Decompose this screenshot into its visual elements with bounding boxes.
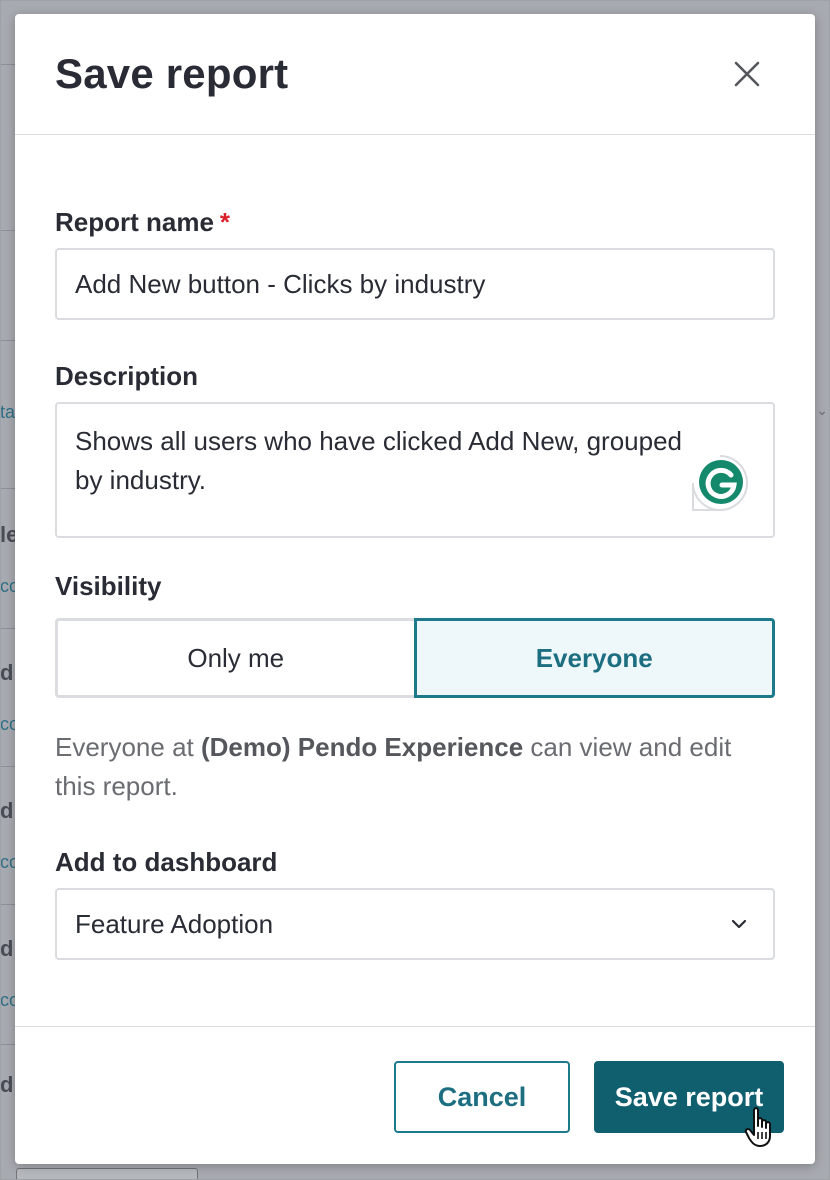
cancel-button[interactable]: Cancel [394, 1061, 570, 1133]
background-fragment: ta [0, 402, 16, 422]
background-divider [0, 904, 16, 905]
dashboard-selected-value: Feature Adoption [75, 909, 274, 939]
dashboard-label: Add to dashboard [55, 847, 278, 877]
close-icon [734, 61, 760, 87]
background-divider [0, 230, 16, 231]
visibility-helper-text: Everyone at (Demo) Pendo Experience can … [55, 728, 775, 806]
helper-prefix: Everyone at [55, 732, 201, 762]
description-text: Shows all users who have clicked Add New… [75, 426, 683, 495]
description-label: Description [55, 361, 199, 391]
visibility-option-everyone[interactable]: Everyone [413, 618, 775, 698]
dashboard-select[interactable]: Feature Adoption [55, 888, 775, 960]
report-name-label-text: Report name [55, 207, 214, 237]
background-fragment: d [0, 936, 14, 961]
chevron-down-icon [731, 919, 747, 929]
background-chevron-icon: ⌄ [816, 402, 828, 418]
background-fragment: d [0, 660, 14, 685]
background-divider [0, 766, 16, 767]
save-report-modal: Save report Report name * Add New button … [15, 14, 815, 1164]
modal-header: Save report [15, 14, 815, 135]
modal-footer: Cancel Save report [15, 1026, 815, 1164]
visibility-toggle: Only me Everyone [55, 618, 775, 698]
report-name-input[interactable]: Add New button - Clicks by industry [55, 248, 775, 320]
background-fragment: d [0, 1072, 14, 1097]
modal-title: Save report [55, 50, 289, 97]
required-marker: * [219, 207, 231, 237]
background-button [16, 1168, 198, 1180]
close-button[interactable] [731, 58, 763, 90]
description-textarea[interactable]: Shows all users who have clicked Add New… [55, 402, 775, 538]
helper-org-name: (Demo) Pendo Experience [200, 732, 524, 762]
background-divider [0, 1044, 16, 1045]
background-divider [0, 488, 16, 489]
report-name-label: Report name * [55, 207, 230, 238]
background-divider [0, 64, 16, 65]
background-fragment: d [0, 798, 14, 823]
hand-pointer-cursor-icon [744, 1107, 771, 1147]
background-divider [0, 628, 16, 629]
visibility-label: Visibility [55, 571, 162, 601]
visibility-option-only-me[interactable]: Only me [55, 618, 414, 698]
background-divider [0, 340, 16, 341]
grammarly-icon[interactable] [691, 454, 749, 512]
